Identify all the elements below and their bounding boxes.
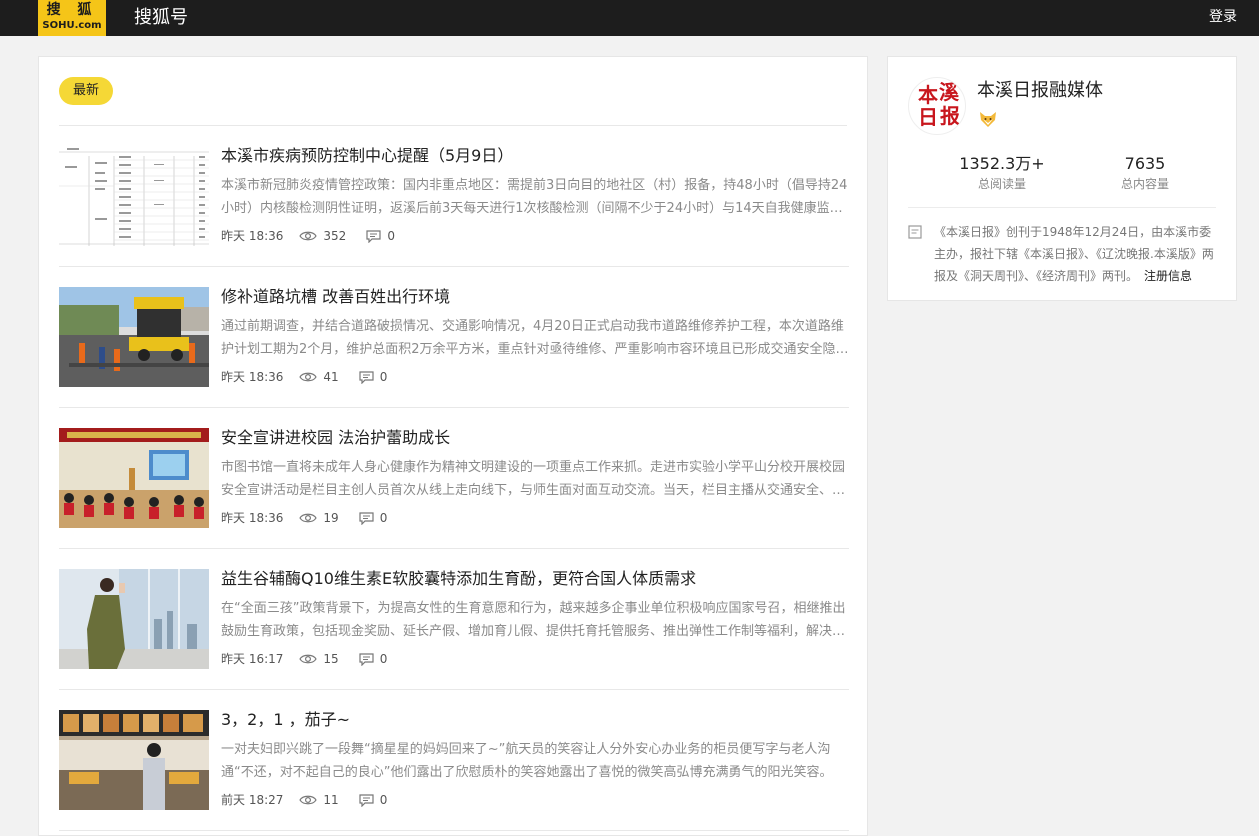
article-item[interactable]: 益生谷辅酶Q10维生素E软胶囊特添加生育酚，更符合国人体质需求 在“全面三孩”政… — [59, 549, 849, 690]
article-thumbnail-table[interactable] — [59, 146, 209, 246]
logo-text-main: 搜 狐 — [46, 2, 98, 18]
comment-count[interactable]: 0 — [359, 367, 388, 387]
stat-label: 总内容量 — [1120, 177, 1169, 191]
comment-count[interactable]: 0 — [359, 649, 388, 669]
account-introduction: 《本溪日报》创刊于1948年12月24日，由本溪市委主办，报社下辖《本溪日报》、… — [934, 221, 1216, 287]
comment-icon — [366, 229, 381, 243]
view-count-value: 41 — [323, 370, 339, 384]
comment-count-value: 0 — [379, 511, 388, 525]
comment-count-value: 0 — [379, 793, 388, 807]
article-time: 前天 18:27 — [221, 793, 284, 807]
register-info-link[interactable]: 注册信息 — [1144, 269, 1192, 283]
comment-count-value: 0 — [379, 652, 388, 666]
view-count: 41 — [299, 367, 339, 387]
article-item[interactable]: 3，2，1 ，茄子~ 一对夫妇即兴跳了一段舞“摘星星的妈妈回来了~”航天员的笑容… — [59, 690, 849, 831]
comment-count[interactable]: 0 — [359, 790, 388, 810]
eye-icon — [299, 795, 318, 805]
article-thumbnail-classroom[interactable] — [59, 428, 209, 528]
article-list: 本溪市疾病预防控制中心提醒（5月9日） 本溪市新冠肺炎疫情管控政策：国内非重点地… — [59, 126, 849, 831]
comment-icon — [359, 370, 374, 384]
login-link[interactable]: 登录 — [1209, 8, 1237, 26]
article-meta: 前天 18:27 11 0 — [221, 790, 387, 810]
article-title[interactable]: 本溪市疾病预防控制中心提醒（5月9日） — [221, 144, 849, 168]
article-item[interactable]: 修补道路坑槽 改善百姓出行环境 通过前期调查，并结合道路破损情况、交通影响情况，… — [59, 267, 849, 408]
article-time: 昨天 16:17 — [221, 652, 284, 666]
shop-counter-image — [59, 710, 209, 810]
article-time: 昨天 18:36 — [221, 511, 284, 525]
article-meta: 昨天 18:36 41 0 — [221, 367, 387, 387]
brand-title[interactable]: 搜狐号 — [134, 6, 188, 30]
article-item[interactable]: 本溪市疾病预防控制中心提醒（5月9日） 本溪市新冠肺炎疫情管控政策：国内非重点地… — [59, 126, 849, 267]
article-time: 昨天 18:36 — [221, 229, 284, 243]
view-count: 19 — [299, 508, 339, 528]
view-count: 352 — [299, 226, 346, 246]
account-profile-card: 本 溪 日 报 本溪日报融媒体 1352.3万+ 总阅读量 7635 总内容量 … — [887, 56, 1237, 301]
avatar-char: 报 — [940, 104, 960, 128]
avatar-char: 日 — [918, 105, 938, 129]
comment-icon — [359, 652, 374, 666]
stat-value: 1352.3万+ — [959, 154, 1045, 173]
classroom-image — [59, 428, 209, 528]
table-image — [59, 146, 209, 246]
fox-badge-icon — [980, 112, 996, 127]
article-feed-panel: 最新 本溪市疾病预防控制中心提醒（5月9日） 本溪市新冠肺炎疫情管控政策：国内非… — [38, 56, 868, 836]
account-name[interactable]: 本溪日报融媒体 — [977, 79, 1103, 103]
article-title[interactable]: 益生谷辅酶Q10维生素E软胶囊特添加生育酚，更符合国人体质需求 — [221, 567, 849, 591]
woman-window-image — [59, 569, 209, 669]
eye-icon — [299, 372, 318, 382]
stat-total-content: 7635 总内容量 — [1085, 153, 1205, 193]
view-count-value: 19 — [323, 511, 339, 525]
sohu-logo[interactable]: 搜 狐 SOHU.com — [38, 0, 106, 36]
article-summary: 在“全面三孩”政策背景下，为提高女性的生育意愿和行为，越来越多企事业单位积极响应… — [221, 601, 846, 639]
article-summary: 通过前期调查，并结合道路破损情况、交通影响情况，4月20日正式启动我市道路维修养… — [221, 319, 849, 357]
logo-text-domain: SOHU.com — [42, 20, 102, 31]
article-meta: 昨天 18:36 352 0 — [221, 226, 395, 246]
article-time: 昨天 18:36 — [221, 370, 284, 384]
avatar[interactable]: 本 溪 日 报 — [908, 77, 966, 135]
road-work-image — [59, 287, 209, 387]
eye-icon — [299, 231, 318, 241]
avatar-char: 溪 — [939, 80, 959, 104]
comment-icon — [359, 511, 374, 525]
article-title[interactable]: 3，2，1 ，茄子~ — [221, 708, 849, 732]
comment-count[interactable]: 0 — [359, 508, 388, 528]
eye-icon — [299, 654, 318, 664]
article-thumbnail-shop[interactable] — [59, 710, 209, 810]
view-count-value: 15 — [323, 652, 339, 666]
article-thumbnail-road[interactable] — [59, 287, 209, 387]
article-summary: 市图书馆一直将未成年人身心健康作为精神文明建设的一项重点工作来抓。走进市实验小学… — [221, 460, 846, 498]
sidebar-divider — [908, 207, 1216, 208]
view-count-value: 352 — [323, 229, 347, 243]
comment-count-value: 0 — [387, 229, 395, 243]
article-thumbnail-woman[interactable] — [59, 569, 209, 669]
avatar-char: 本 — [918, 83, 938, 107]
article-title[interactable]: 修补道路坑槽 改善百姓出行环境 — [221, 285, 849, 309]
article-meta: 昨天 18:36 19 0 — [221, 508, 387, 528]
article-meta: 昨天 16:17 15 0 — [221, 649, 387, 669]
eye-icon — [299, 513, 318, 523]
top-navigation-bar: 搜 狐 SOHU.com 搜狐号 登录 — [0, 0, 1259, 36]
view-count: 11 — [299, 790, 339, 810]
tab-latest[interactable]: 最新 — [59, 77, 114, 105]
comment-icon — [359, 793, 374, 807]
document-icon — [908, 225, 922, 239]
view-count-value: 11 — [323, 793, 339, 807]
comment-count-value: 0 — [379, 370, 388, 384]
view-count: 15 — [299, 649, 339, 669]
stat-value: 7635 — [1124, 154, 1166, 173]
article-summary: 本溪市新冠肺炎疫情管控政策：国内非重点地区：需提前3日向目的地社区（村）报备，持… — [221, 178, 848, 216]
comment-count[interactable]: 0 — [366, 226, 395, 246]
article-item[interactable]: 安全宣讲进校园 法治护蕾助成长 市图书馆一直将未成年人身心健康作为精神文明建设的… — [59, 408, 849, 549]
stat-label: 总阅读量 — [977, 177, 1026, 191]
stat-total-reads: 1352.3万+ 总阅读量 — [942, 153, 1062, 193]
article-summary: 一对夫妇即兴跳了一段舞“摘星星的妈妈回来了~”航天员的笑容让人分外安心办业务的柜… — [221, 742, 833, 780]
article-title[interactable]: 安全宣讲进校园 法治护蕾助成长 — [221, 426, 849, 450]
